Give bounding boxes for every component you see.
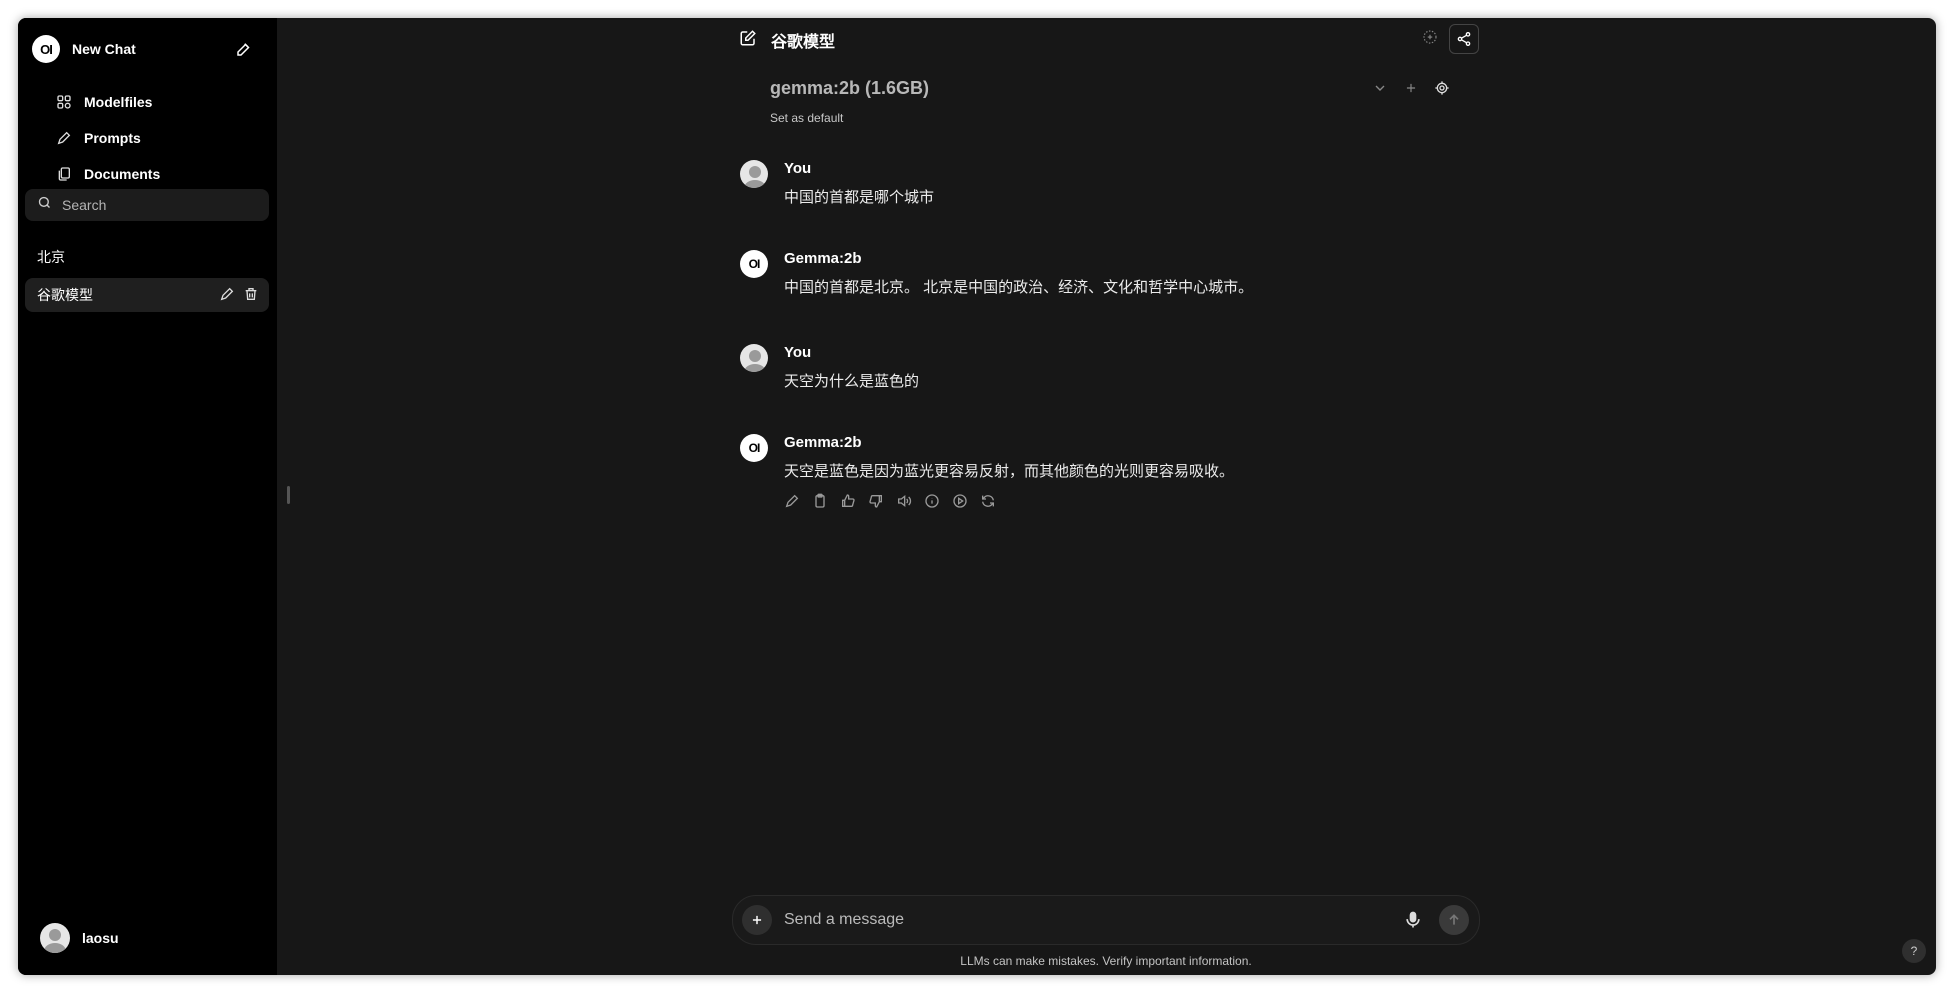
sidebar-resize-handle[interactable]: [287, 486, 290, 504]
modelfiles-icon: [56, 93, 74, 111]
message-author: You: [784, 160, 812, 177]
sidebar-item-label: Prompts: [84, 130, 141, 146]
user-avatar: [740, 344, 768, 372]
message-input[interactable]: [784, 911, 1403, 929]
message-actions: [784, 493, 1234, 509]
delete-trash-icon[interactable]: [243, 286, 259, 305]
chat-item-actions: [219, 286, 259, 305]
app-logo: OI: [32, 35, 60, 63]
header-actions: [1421, 24, 1479, 54]
edit-title-icon[interactable]: [739, 29, 757, 52]
add-model-icon[interactable]: [1404, 81, 1418, 100]
copy-clipboard-icon[interactable]: [812, 493, 828, 509]
chat-item[interactable]: 北京: [25, 240, 269, 274]
chat-item-active[interactable]: 谷歌模型: [25, 278, 269, 312]
message-composer: [732, 895, 1480, 945]
share-button[interactable]: [1449, 24, 1479, 54]
bot-avatar: OI: [740, 434, 768, 462]
documents-icon: [56, 165, 74, 183]
message-user: You 中国的首都是哪个城市: [740, 160, 1480, 207]
search-icon: [37, 195, 52, 215]
help-button[interactable]: ?: [1902, 939, 1926, 963]
message-author: You: [784, 344, 812, 361]
microphone-icon[interactable]: [1403, 910, 1423, 930]
bot-avatar: OI: [740, 250, 768, 278]
new-chat-row[interactable]: OI New Chat: [32, 32, 263, 66]
info-icon[interactable]: [924, 493, 940, 509]
sidebar: OI New Chat Modelfiles Prompts Documents: [18, 18, 277, 975]
message-text: 中国的首都是哪个城市: [784, 189, 935, 206]
thumbs-up-icon[interactable]: [840, 493, 856, 509]
send-button[interactable]: [1439, 905, 1469, 935]
disclaimer-text: LLMs can make mistakes. Verify important…: [960, 954, 1252, 968]
set-as-default-link[interactable]: Set as default: [770, 111, 1450, 125]
play-icon[interactable]: [952, 493, 968, 509]
rename-pencil-icon[interactable]: [219, 286, 235, 305]
pencil-icon: [56, 129, 74, 147]
new-chat-label[interactable]: New Chat: [72, 41, 136, 57]
message-assistant: OI Gemma:2b 天空是蓝色是因为蓝光更容易反射，而其他颜色的光则更容易吸…: [740, 434, 1480, 509]
message-author: Gemma:2b: [784, 250, 862, 267]
message-assistant: OI Gemma:2b 中国的首都是北京。 北京是中国的政治、经济、文化和哲学中…: [740, 250, 1480, 297]
sidebar-item-modelfiles[interactable]: Modelfiles: [38, 88, 263, 116]
message-text: 天空是蓝色是因为蓝光更容易反射，而其他颜色的光则更容易吸收。: [784, 463, 1235, 480]
chat-main: 谷歌模型 gemma:2b (1.6GB) Set as default You…: [277, 18, 1936, 975]
model-select[interactable]: gemma:2b (1.6GB): [770, 78, 1450, 99]
message-text: 天空为什么是蓝色的: [784, 373, 920, 390]
sidebar-item-label: Documents: [84, 166, 161, 182]
user-avatar: [740, 160, 768, 188]
avatar: [40, 923, 70, 953]
sidebar-item-documents[interactable]: Documents: [38, 160, 263, 188]
thumbs-down-icon[interactable]: [868, 493, 884, 509]
search-box[interactable]: [25, 189, 269, 221]
loading-spinner-icon: [1421, 28, 1439, 51]
edit-pencil-icon[interactable]: [784, 493, 800, 509]
search-input[interactable]: [62, 197, 242, 213]
username: laosu: [82, 930, 119, 946]
model-selector: gemma:2b (1.6GB) Set as default: [770, 78, 1450, 125]
message-author: Gemma:2b: [784, 434, 862, 451]
chevron-down-icon[interactable]: [1372, 80, 1388, 101]
regenerate-icon[interactable]: [980, 493, 996, 509]
attach-plus-button[interactable]: [742, 905, 772, 935]
chat-item-title: 北京: [37, 249, 65, 265]
new-chat-edit-icon[interactable]: [235, 40, 253, 58]
chat-header: 谷歌模型: [739, 24, 1479, 54]
speaker-icon[interactable]: [896, 493, 912, 509]
message-text: 中国的首都是北京。 北京是中国的政治、经济、文化和哲学中心城市。: [784, 279, 1254, 296]
page-title: 谷歌模型: [771, 34, 836, 51]
model-settings-gear-icon[interactable]: [1434, 80, 1450, 101]
chat-item-title: 谷歌模型: [37, 287, 93, 303]
user-profile[interactable]: laosu: [40, 923, 119, 953]
message-user: You 天空为什么是蓝色的: [740, 344, 1480, 391]
sidebar-item-prompts[interactable]: Prompts: [38, 124, 263, 152]
sidebar-item-label: Modelfiles: [84, 94, 153, 110]
app-window: OI New Chat Modelfiles Prompts Documents: [18, 18, 1936, 975]
model-controls: [1372, 80, 1450, 101]
